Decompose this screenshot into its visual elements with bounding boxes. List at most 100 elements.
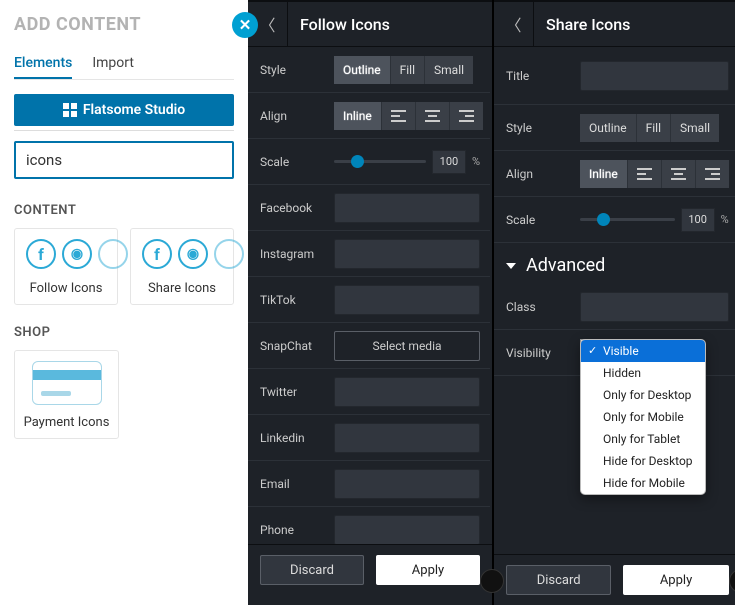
card-follow-icons[interactable]: f ◉ Follow Icons	[14, 228, 118, 305]
facebook-icon: f	[142, 239, 172, 269]
align-left-icon	[637, 168, 652, 180]
tiktok-input[interactable]	[334, 285, 480, 315]
tabs: Elements Import	[14, 49, 234, 80]
linkedin-input[interactable]	[334, 423, 480, 453]
style-small[interactable]: Small	[425, 56, 473, 84]
panel-title: Follow Icons	[288, 15, 390, 34]
section-shop-label: SHOP	[14, 325, 234, 340]
vis-hide-mobile[interactable]: Hide for Mobile	[581, 472, 705, 494]
advanced-toggle[interactable]: Advanced	[494, 243, 735, 284]
card-share-icons[interactable]: f ◉ Share Icons	[130, 228, 234, 305]
align-center-icon	[671, 168, 686, 180]
vis-visible[interactable]: Visible	[581, 340, 705, 362]
style-fill[interactable]: Fill	[391, 56, 425, 84]
scale-slider[interactable]	[580, 218, 675, 221]
align-inline[interactable]: Inline	[580, 160, 628, 188]
discard-button[interactable]: Discard	[506, 565, 611, 595]
vis-tablet[interactable]: Only for Tablet	[581, 428, 705, 450]
align-segment: Inline	[334, 102, 483, 130]
align-right[interactable]	[450, 102, 483, 130]
scale-slider[interactable]	[334, 160, 426, 163]
style-small[interactable]: Small	[671, 114, 719, 142]
facebook-input[interactable]	[334, 193, 480, 223]
align-right-icon	[705, 168, 720, 180]
scale-value[interactable]: 100	[681, 208, 715, 232]
section-content-label: CONTENT	[14, 203, 234, 218]
scale-unit: %	[721, 213, 729, 226]
apply-button[interactable]: Apply	[376, 555, 480, 585]
vis-mobile[interactable]: Only for Mobile	[581, 406, 705, 428]
align-center-icon	[425, 110, 440, 122]
vis-hidden[interactable]: Hidden	[581, 362, 705, 384]
sidebar-title: ADD CONTENT	[14, 14, 234, 35]
align-right[interactable]	[696, 160, 729, 188]
credit-card-icon	[32, 361, 102, 405]
scale-value[interactable]: 100	[432, 150, 466, 174]
visibility-dropdown: Visible Hidden Only for Desktop Only for…	[580, 339, 706, 495]
style-label: Style	[260, 63, 334, 77]
card-follow-label: Follow Icons	[19, 281, 113, 296]
twitter-label: Twitter	[260, 385, 334, 399]
align-left-icon	[391, 110, 406, 122]
scale-label: Scale	[260, 155, 334, 169]
select-media-button[interactable]: Select media	[334, 331, 480, 361]
instagram-icon: ◉	[178, 239, 208, 269]
slider-thumb[interactable]	[597, 213, 610, 226]
facebook-icon: f	[26, 239, 56, 269]
style-segment: Outline Fill Small	[580, 114, 719, 142]
align-left[interactable]	[628, 160, 662, 188]
linkedin-label: Linkedin	[260, 431, 334, 445]
align-label: Align	[260, 109, 334, 123]
title-input[interactable]	[580, 61, 729, 91]
visibility-label: Visibility	[506, 346, 580, 360]
align-left[interactable]	[382, 102, 416, 130]
discard-button[interactable]: Discard	[260, 555, 364, 585]
scale-label: Scale	[506, 213, 580, 227]
snapchat-label: SnapChat	[260, 339, 334, 353]
apply-button[interactable]: Apply	[623, 565, 728, 595]
align-right-icon	[459, 110, 474, 122]
advanced-label: Advanced	[526, 255, 605, 276]
chevron-left-icon: 〈	[259, 12, 275, 36]
style-outline[interactable]: Outline	[580, 114, 637, 142]
card-share-label: Share Icons	[135, 281, 229, 296]
email-label: Email	[260, 477, 334, 491]
more-icon	[98, 239, 128, 269]
back-button[interactable]: 〈	[494, 1, 534, 47]
align-label: Align	[506, 167, 580, 181]
card-payment-icons[interactable]: Payment Icons	[14, 350, 119, 439]
class-label: Class	[506, 300, 580, 314]
align-center[interactable]	[416, 102, 450, 130]
scale-unit: %	[472, 155, 480, 168]
more-icon	[214, 239, 244, 269]
align-segment: Inline	[580, 160, 729, 188]
vis-desktop[interactable]: Only for Desktop	[581, 384, 705, 406]
search-input[interactable]	[14, 141, 234, 179]
style-fill[interactable]: Fill	[637, 114, 671, 142]
style-label: Style	[506, 121, 580, 135]
grid-icon	[63, 103, 77, 117]
share-icons-panel: 〈 Share Icons Title Style Outline Fill S…	[493, 0, 735, 605]
add-content-sidebar: ADD CONTENT ✕ Elements Import Flatsome S…	[0, 0, 248, 605]
caret-down-icon	[506, 263, 516, 269]
tiktok-label: TikTok	[260, 293, 334, 307]
email-input[interactable]	[334, 469, 480, 499]
align-inline[interactable]: Inline	[334, 102, 382, 130]
phone-label: Phone	[260, 523, 334, 537]
class-input[interactable]	[580, 292, 729, 322]
follow-icons-panel: 〈 Follow Icons Style Outline Fill Small …	[248, 0, 493, 605]
tab-import[interactable]: Import	[92, 49, 134, 79]
resize-handle[interactable]	[480, 569, 504, 593]
style-outline[interactable]: Outline	[334, 56, 391, 84]
phone-input[interactable]	[334, 515, 480, 545]
align-center[interactable]	[662, 160, 696, 188]
twitter-input[interactable]	[334, 377, 480, 407]
slider-thumb[interactable]	[351, 155, 364, 168]
close-icon: ✕	[239, 16, 252, 34]
flatsome-studio-button[interactable]: Flatsome Studio	[14, 94, 234, 126]
close-button[interactable]: ✕	[232, 12, 258, 38]
instagram-input[interactable]	[334, 239, 480, 269]
vis-hide-desktop[interactable]: Hide for Desktop	[581, 450, 705, 472]
tab-elements[interactable]: Elements	[14, 49, 72, 79]
chevron-left-icon: 〈	[505, 12, 521, 36]
